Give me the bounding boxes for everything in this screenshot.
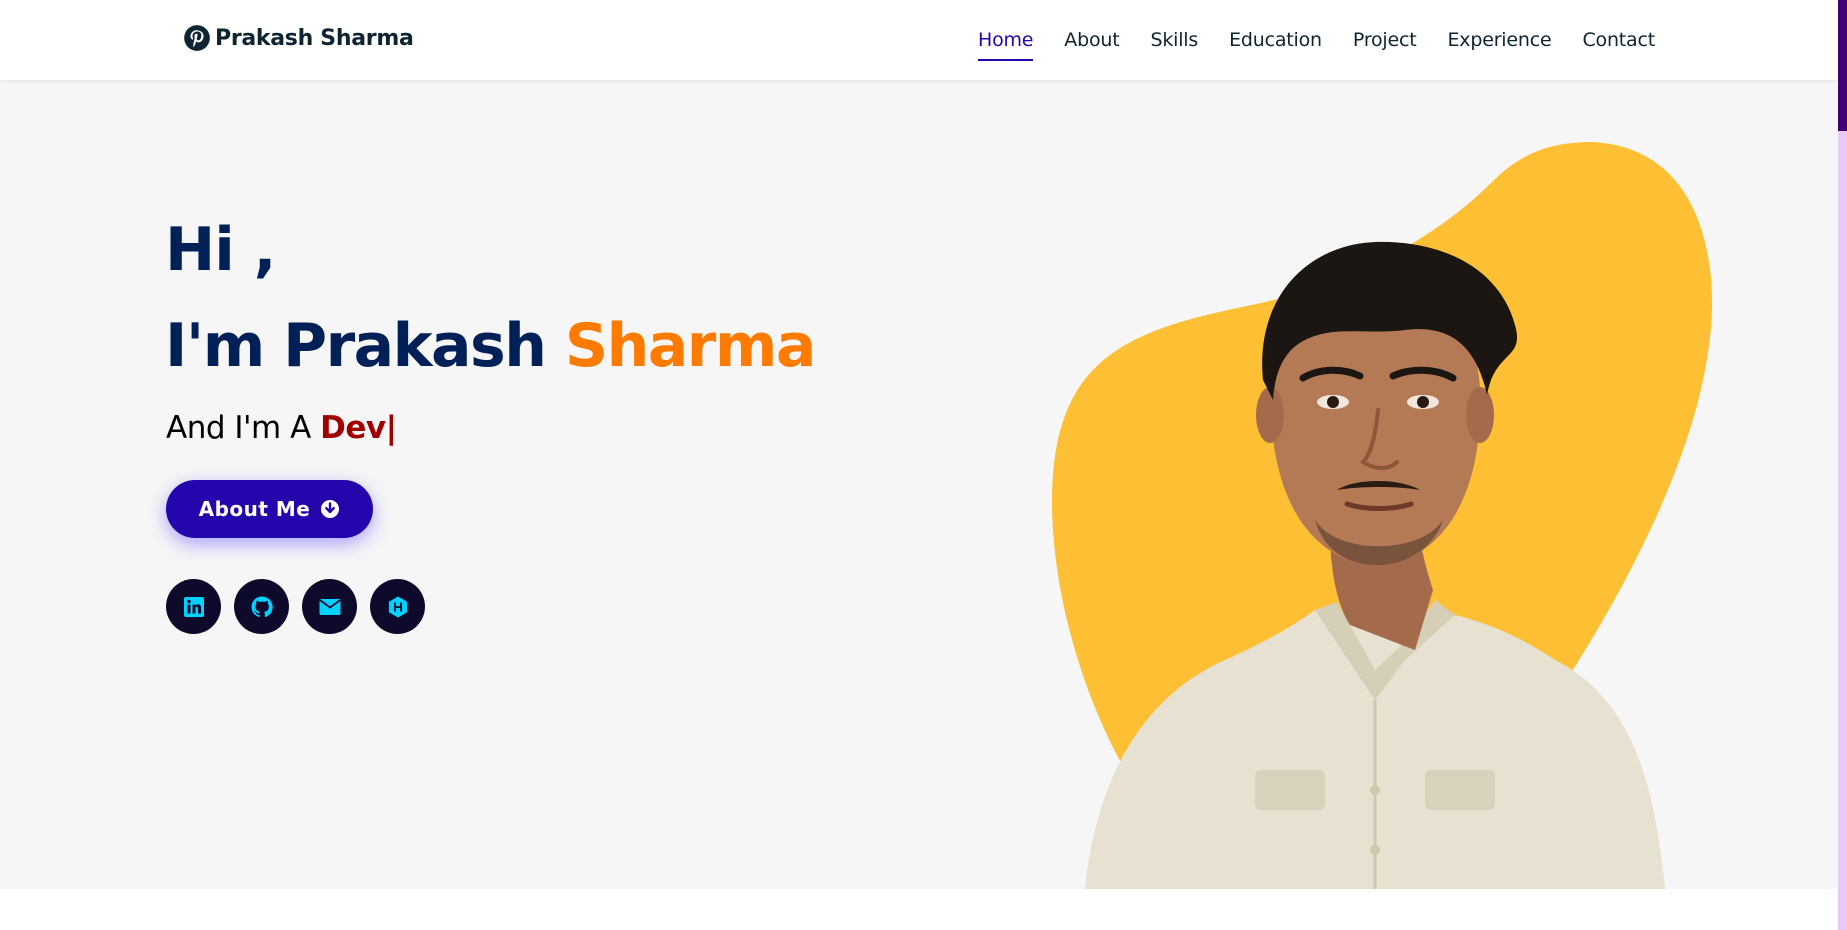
hero-name-primary: I'm Prakash xyxy=(165,311,565,381)
about-me-button[interactable]: About Me xyxy=(166,480,373,538)
profile-photo xyxy=(1085,241,1665,889)
scrollbar-thumb[interactable] xyxy=(1838,0,1847,131)
page-scrollbar[interactable] xyxy=(1838,0,1847,930)
linkedin-icon xyxy=(183,596,204,617)
nav-experience[interactable]: Experience xyxy=(1448,29,1552,51)
tagline-prefix: And I'm A xyxy=(166,410,321,446)
nav-contact[interactable]: Contact xyxy=(1582,29,1655,51)
envelope-icon xyxy=(318,598,341,615)
next-section-edge xyxy=(0,889,1838,930)
arrow-circle-down-icon xyxy=(321,500,340,518)
nav-skills[interactable]: Skills xyxy=(1150,29,1198,51)
hero-name: I'm Prakash Sharma xyxy=(165,316,816,376)
pinterest-icon xyxy=(184,25,210,51)
email-link[interactable] xyxy=(302,579,357,634)
typed-text: Dev| xyxy=(320,410,397,446)
hashnode-link[interactable] xyxy=(370,579,425,634)
hero-section: Hi , I'm Prakash Sharma And I'm A Dev| A… xyxy=(0,80,1838,889)
nav-about[interactable]: About xyxy=(1064,29,1119,51)
about-me-label: About Me xyxy=(198,497,311,521)
nav-home[interactable]: Home xyxy=(977,29,1034,61)
hero-greeting: Hi , xyxy=(165,215,276,285)
main-nav: Home About Skills Education Project Expe… xyxy=(977,0,1655,80)
social-links xyxy=(166,579,425,634)
site-header: Prakash Sharma Home About Skills Educati… xyxy=(0,0,1838,80)
logo[interactable]: Prakash Sharma xyxy=(183,24,414,52)
hashnode-icon xyxy=(388,596,407,617)
github-icon xyxy=(251,596,273,617)
nav-project[interactable]: Project xyxy=(1353,29,1417,51)
nav-education[interactable]: Education xyxy=(1229,29,1322,51)
hero-name-accent: Sharma xyxy=(564,311,817,381)
hero-tagline: And I'm A Dev| xyxy=(166,410,397,446)
logo-text: Prakash Sharma xyxy=(215,25,414,51)
github-link[interactable] xyxy=(234,579,289,634)
linkedin-link[interactable] xyxy=(166,579,221,634)
